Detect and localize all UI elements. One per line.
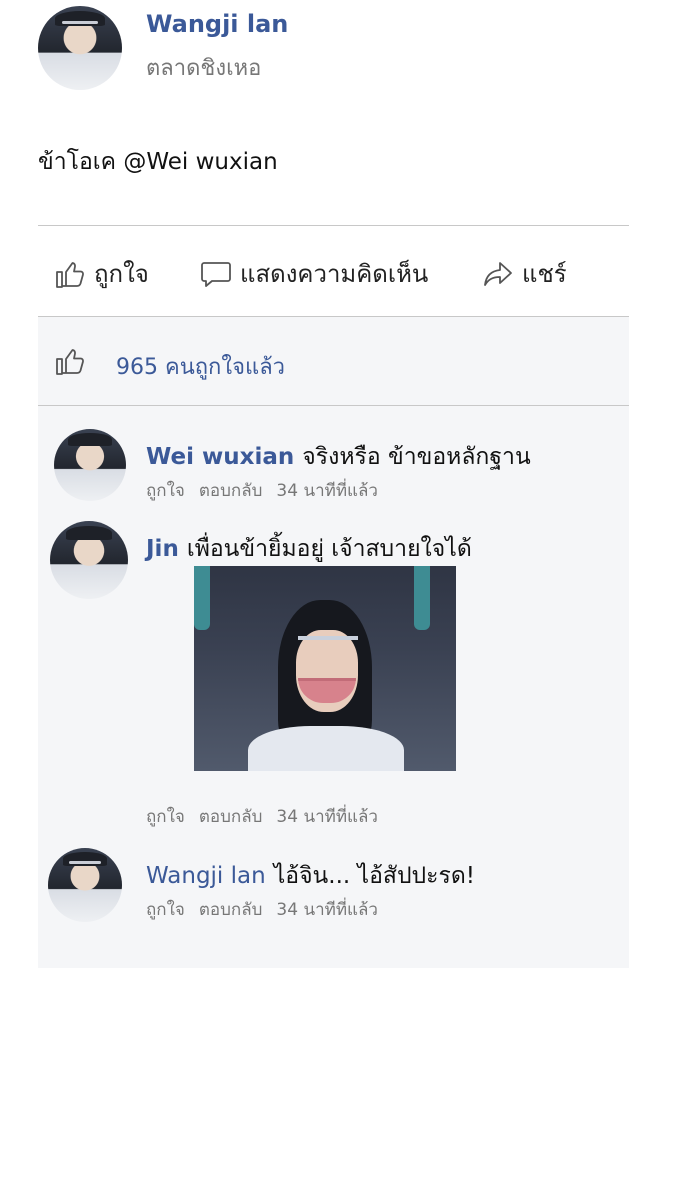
comments-panel: 965 คนถูกใจแล้ว Wei wuxian จริงหรือ ข้าขอ… (38, 316, 629, 968)
comment-like-link[interactable]: ถูกใจ (146, 807, 185, 827)
comment-button[interactable]: แสดงความคิดเห็น (200, 254, 428, 293)
comment-like-link[interactable]: ถูกใจ (146, 481, 185, 501)
share-button-label: แชร์ (522, 260, 567, 288)
comment-text: เพื่อนข้ายิ้มอยู่ เจ้าสบายใจได้ (186, 536, 472, 562)
comment-timestamp: 34 นาทีที่แล้ว (276, 481, 378, 501)
comment-body: Wei wuxian จริงหรือ ข้าขอหลักฐาน (146, 439, 531, 475)
comment-timestamp: 34 นาทีที่แล้ว (276, 807, 378, 827)
comment-bubble-icon (201, 261, 231, 287)
comment-author[interactable]: Jin (146, 536, 179, 562)
share-arrow-icon (484, 261, 512, 286)
comment-timestamp: 34 นาทีที่แล้ว (276, 900, 378, 920)
commenter-avatar[interactable] (54, 429, 126, 501)
author-avatar[interactable] (38, 6, 122, 90)
like-button-label: ถูกใจ (94, 260, 149, 288)
like-button[interactable]: ถูกใจ (54, 254, 149, 293)
comment-meta: ถูกใจ ตอบกลับ 34 นาทีที่แล้ว (146, 477, 392, 504)
thumbs-up-icon (56, 349, 84, 375)
post-text: ข้าโอเค @Wei wuxian (38, 149, 278, 175)
comment-button-label: แสดงความคิดเห็น (240, 260, 429, 288)
comment-reply-link[interactable]: ตอบกลับ (199, 807, 263, 827)
comment-like-link[interactable]: ถูกใจ (146, 900, 185, 920)
thumbs-up-icon (56, 261, 84, 288)
comment-meta: ถูกใจ ตอบกลับ 34 นาทีที่แล้ว (146, 803, 392, 830)
post-action-bar: ถูกใจ แสดงความคิดเห็น แชร์ (38, 238, 629, 306)
comment-body: Jin เพื่อนข้ายิ้มอยู่ เจ้าสบายใจได้ (146, 531, 472, 567)
post-header: Wangji lan ตลาดชิงเหอ (38, 6, 638, 90)
share-button[interactable]: แชร์ (482, 254, 567, 293)
comment-text: จริงหรือ ข้าขอหลักฐาน (302, 444, 531, 470)
likes-divider (38, 405, 629, 406)
comment-attached-image[interactable] (194, 566, 456, 771)
comment-reply-link[interactable]: ตอบกลับ (199, 900, 263, 920)
likes-summary[interactable]: 965 คนถูกใจแล้ว (38, 317, 629, 405)
comment-body: Wangji lan ไอ้จิน... ไอ้สัปปะรด! (146, 858, 475, 894)
likes-count[interactable]: 965 คนถูกใจแล้ว (116, 349, 285, 384)
comment-author[interactable]: Wei wuxian (146, 444, 294, 470)
commenter-avatar[interactable] (50, 521, 128, 599)
comment-reply-link[interactable]: ตอบกลับ (199, 481, 263, 501)
comment-meta: ถูกใจ ตอบกลับ 34 นาทีที่แล้ว (146, 896, 392, 923)
post-location[interactable]: ตลาดชิงเหอ (146, 50, 261, 85)
post-divider (38, 225, 629, 226)
post-author-name[interactable]: Wangji lan (146, 10, 288, 38)
comment-text: ไอ้จิน... ไอ้สัปปะรด! (273, 863, 476, 889)
commenter-avatar[interactable] (48, 848, 122, 922)
comment-author[interactable]: Wangji lan (146, 863, 266, 889)
